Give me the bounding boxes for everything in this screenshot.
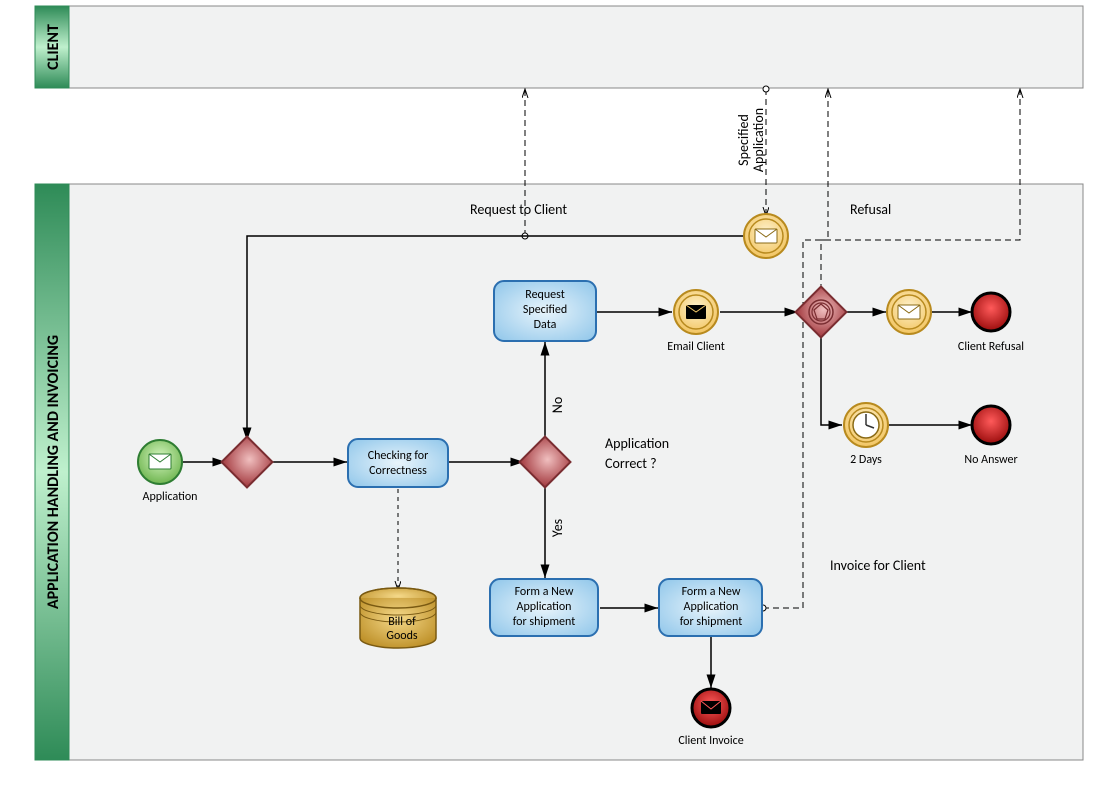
label-invoice-for-client: Invoice for Client [830, 557, 926, 574]
svg-text:Data: Data [534, 318, 557, 332]
label-yes: Yes [549, 519, 566, 537]
svg-text:Goods: Goods [386, 629, 418, 643]
label-no: No [549, 397, 566, 413]
svg-text:No Answer: No Answer [964, 453, 1017, 467]
data-store-bill-of-goods: Bill of Goods [360, 588, 436, 648]
event-timer-2days: 2 Days [844, 403, 888, 467]
event-refusal-received [887, 290, 931, 334]
svg-text:Checking for: Checking for [368, 449, 429, 463]
svg-text:2 Days: 2 Days [850, 453, 882, 467]
svg-text:Request: Request [525, 288, 564, 302]
pool-app-label: APPLICATION HANDLING AND INVOICING [44, 335, 63, 609]
svg-text:Application: Application [143, 490, 198, 504]
pool-client-label: CLIENT [44, 24, 63, 70]
svg-text:for shipment: for shipment [680, 615, 742, 629]
label-app-correct-2: Correct ? [605, 455, 657, 472]
svg-text:Specified: Specified [523, 303, 567, 317]
label-refusal: Refusal [850, 201, 891, 218]
svg-text:Application: Application [684, 600, 739, 614]
svg-text:Form a New: Form a New [682, 585, 741, 599]
svg-text:Bill of: Bill of [388, 615, 416, 629]
event-spec-app-received [744, 214, 788, 258]
task-request-specified-data: Request Specified Data [494, 281, 596, 341]
svg-text:Application: Application [517, 600, 572, 614]
label-app-correct-1: Application [605, 435, 669, 452]
svg-text:for shipment: for shipment [513, 615, 575, 629]
label-request-to-client: Request to Client [470, 201, 567, 218]
task-form-application-1: Form a New Application for shipment [490, 579, 598, 636]
svg-text:Form a New: Form a New [515, 585, 574, 599]
task-checking-correctness: Checking for Correctness [348, 439, 448, 487]
pool-client: CLIENT [35, 6, 1083, 88]
task-form-application-2: Form a New Application for shipment [659, 579, 762, 636]
label-spec-app-2: Application [750, 108, 767, 172]
svg-text:Email Client: Email Client [667, 340, 725, 354]
svg-text:Client Invoice: Client Invoice [678, 734, 743, 748]
svg-text:Client Refusal: Client Refusal [958, 340, 1024, 354]
svg-text:Correctness: Correctness [369, 464, 427, 478]
